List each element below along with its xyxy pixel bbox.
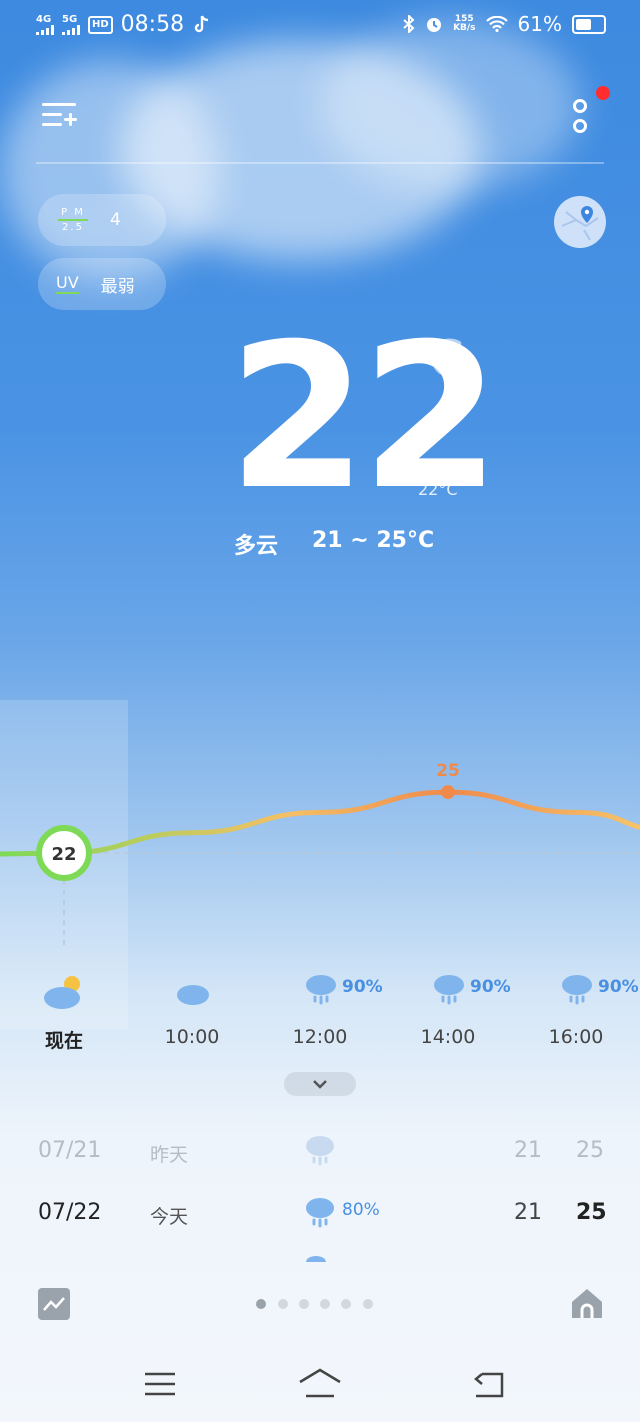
feels-like-value: 22°C [418, 480, 458, 499]
temperature-line [0, 789, 640, 857]
map-button[interactable] [554, 196, 606, 248]
city-list-add-icon[interactable] [42, 100, 78, 132]
rain-icon [304, 972, 338, 1010]
home-location-icon[interactable] [570, 1286, 604, 1320]
uv-pill[interactable]: UV 最弱 [38, 258, 166, 310]
daily-high: 25 [576, 1200, 607, 1225]
daily-precip: 80% [342, 1200, 380, 1220]
daily-day: 今天 [150, 1206, 189, 1228]
precip-chance: 90% [598, 977, 639, 997]
peak-point [441, 785, 455, 800]
rain-icon-partial [306, 1256, 326, 1262]
rain-icon [306, 1136, 334, 1166]
back-icon[interactable] [472, 1370, 504, 1398]
temperature-range: 21 ~ 25°C [312, 528, 435, 553]
temperature-unit: °C [404, 330, 464, 388]
battery-percent: 61% [517, 12, 562, 36]
weather-condition: 多云 [234, 534, 279, 559]
feels-like-label: 体感 [418, 460, 449, 478]
hour-label: 14:00 [420, 1026, 476, 1048]
rain-icon [432, 972, 466, 1010]
wifi-icon [485, 16, 508, 32]
uv-label: UV [56, 273, 79, 294]
cellular-signal-1: 4G [36, 14, 54, 35]
hour-label-now: 现在 [44, 1030, 83, 1052]
notification-dot [596, 86, 610, 100]
status-bar: 4G 5G HD 08:58 155 KB/s 61% [0, 0, 640, 52]
header-divider [36, 162, 604, 164]
daily-row-today[interactable]: 07/22 今天 80% 21 25 [0, 1198, 640, 1250]
daily-date: 07/21 [38, 1138, 102, 1163]
bluetooth-icon [403, 15, 415, 33]
hour-label: 12:00 [292, 1026, 348, 1048]
cloud-icon [176, 980, 210, 1010]
hd-voice-icon: HD [88, 15, 113, 34]
uv-value: 最弱 [100, 276, 135, 297]
tiktok-icon [194, 15, 209, 32]
daily-date: 07/22 [38, 1200, 102, 1225]
hourly-temperature-chart: 25 22 [0, 761, 640, 946]
chevron-down-icon [313, 1080, 327, 1089]
partly-cloudy-icon [42, 974, 88, 1014]
cellular-signal-2: 5G [62, 14, 80, 35]
hour-label: 10:00 [164, 1026, 220, 1048]
trend-chart-icon[interactable] [38, 1288, 70, 1320]
daily-high: 25 [576, 1138, 604, 1163]
recent-apps-icon[interactable] [144, 1372, 176, 1396]
clock: 08:58 [120, 12, 185, 37]
system-navigation-bar [0, 1340, 640, 1422]
more-options-icon[interactable] [566, 96, 596, 136]
hour-label: 16:00 [548, 1026, 604, 1048]
daily-day: 昨天 [150, 1144, 189, 1166]
pm25-value: 4 [110, 210, 121, 230]
map-pin-icon [561, 206, 599, 241]
now-temp-label: 22 [51, 844, 76, 865]
rain-icon [560, 972, 594, 1010]
expand-forecast-button[interactable] [284, 1072, 356, 1096]
rain-icon [306, 1198, 334, 1228]
network-speed: 155 KB/s [453, 14, 476, 33]
daily-row-yesterday[interactable]: 07/21 昨天 21 25 [0, 1136, 640, 1188]
pm25-pill[interactable]: P M 2.5 4 [38, 194, 166, 246]
alarm-icon [427, 18, 442, 32]
precip-chance: 90% [342, 977, 383, 997]
pm25-label: P M 2.5 [58, 207, 88, 233]
peak-temp-label: 25 [436, 761, 460, 781]
home-icon[interactable] [298, 1368, 342, 1398]
battery-icon [572, 14, 606, 34]
daily-low: 21 [514, 1138, 542, 1163]
daily-low: 21 [514, 1200, 542, 1225]
precip-chance: 90% [470, 977, 511, 997]
